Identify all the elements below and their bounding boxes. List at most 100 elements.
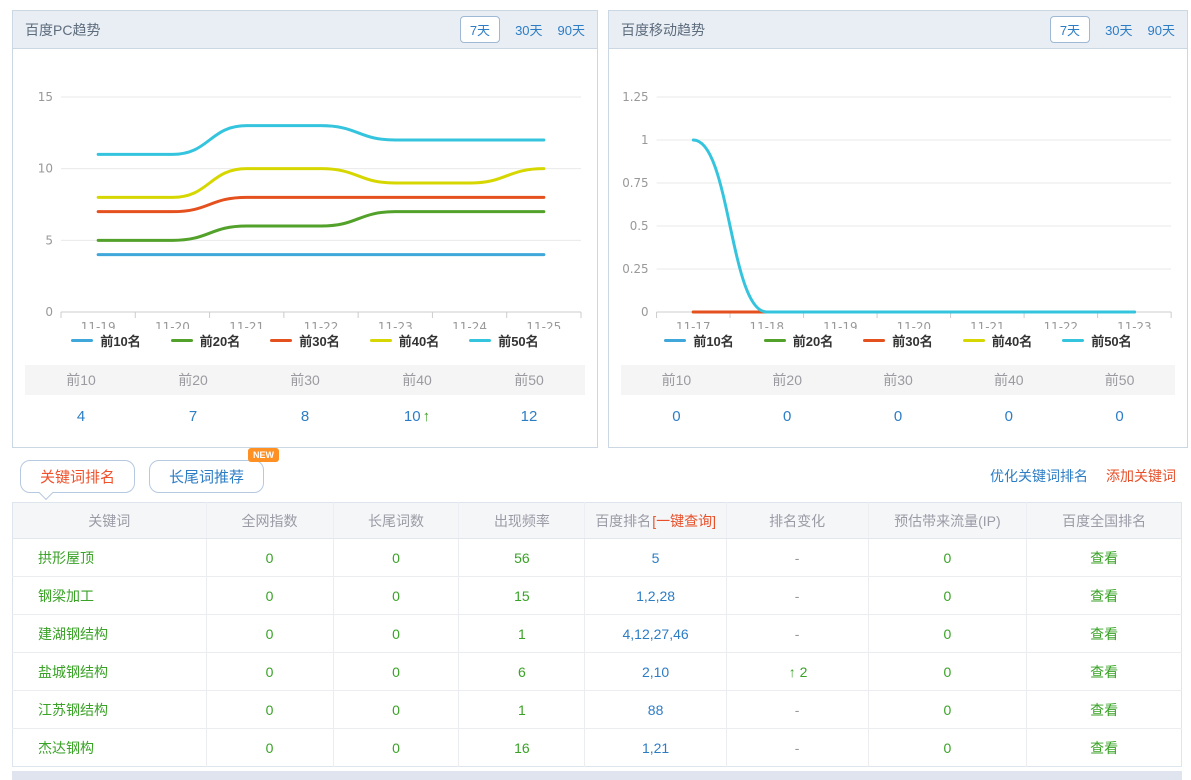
baidu-rank-cell[interactable]: 1,21 — [585, 729, 726, 767]
summary-value[interactable]: 0 — [843, 395, 954, 435]
col-header-baidu-rank: 百度排名[一键查询] — [585, 503, 726, 539]
svg-text:11-22: 11-22 — [1044, 320, 1078, 329]
mobile-range-90d-button[interactable]: 90天 — [1148, 20, 1175, 39]
traffic-cell: 0 — [868, 691, 1027, 729]
legend-line-swatch — [71, 339, 93, 342]
svg-text:1: 1 — [641, 133, 649, 147]
view-link[interactable]: 查看 — [1090, 626, 1118, 642]
next-section-strip — [12, 771, 1182, 780]
legend-item[interactable]: 前10名 — [71, 331, 140, 350]
svg-text:10: 10 — [38, 162, 53, 176]
add-keyword-link[interactable]: 添加关键词 — [1106, 466, 1176, 486]
keyword-cell[interactable]: 拱形屋顶 — [13, 539, 207, 577]
seo-dashboard: 百度PC趋势 7天 30天 90天 05101511-1911-2011-211… — [0, 0, 1191, 780]
legend-label: 前30名 — [299, 331, 339, 350]
svg-text:11-20: 11-20 — [897, 320, 931, 329]
summary-header: 前10 — [621, 365, 732, 395]
no-change-dash: - — [795, 588, 800, 604]
mobile-range-30d-button[interactable]: 30天 — [1105, 20, 1132, 39]
summary-value[interactable]: 0 — [1064, 395, 1175, 435]
summary-value[interactable]: 7 — [137, 395, 249, 435]
frequency-cell: 16 — [459, 729, 585, 767]
keyword-row: 钢梁加工00151,2,28-0查看 — [13, 577, 1182, 615]
mobile-range-7d-button[interactable]: 7天 — [1050, 16, 1090, 43]
rank-change-cell: - — [726, 729, 868, 767]
keyword-cell[interactable]: 钢梁加工 — [13, 577, 207, 615]
legend-label: 前30名 — [892, 331, 932, 350]
summary-value[interactable]: 8 — [249, 395, 361, 435]
view-link[interactable]: 查看 — [1090, 550, 1118, 566]
view-link[interactable]: 查看 — [1090, 702, 1118, 718]
legend-line-swatch — [469, 339, 491, 342]
pc-trend-chart: 05101511-1911-2011-2111-2211-2311-2411-2… — [13, 49, 597, 351]
baidu-rank-cell[interactable]: 4,12,27,46 — [585, 615, 726, 653]
summary-header: 前40 — [361, 365, 473, 395]
new-badge: NEW — [248, 448, 279, 462]
keyword-cell[interactable]: 盐城钢结构 — [13, 653, 207, 691]
net-index-cell: 0 — [206, 691, 333, 729]
keyword-table-head: 关键词全网指数长尾词数出现频率百度排名[一键查询]排名变化预估带来流量(IP)百… — [13, 503, 1182, 539]
pc-panel-title: 百度PC趋势 — [25, 20, 100, 40]
baidu-rank-cell[interactable]: 1,2,28 — [585, 577, 726, 615]
summary-value[interactable]: 0 — [732, 395, 843, 435]
net-index-cell: 0 — [206, 653, 333, 691]
tab-longtail-suggest[interactable]: 长尾词推荐 NEW — [149, 460, 264, 493]
col-header: 关键词 — [13, 503, 207, 539]
summary-value[interactable]: 0 — [621, 395, 732, 435]
pc-trend-line-chart: 05101511-1911-2011-2111-2211-2311-2411-2… — [15, 57, 595, 329]
legend-item[interactable]: 前30名 — [270, 331, 339, 350]
frequency-cell: 6 — [459, 653, 585, 691]
col-header: 全网指数 — [206, 503, 333, 539]
baidu-pc-trend-panel: 百度PC趋势 7天 30天 90天 05101511-1911-2011-211… — [12, 10, 598, 448]
tab-longtail-suggest-label: 长尾词推荐 — [169, 469, 244, 486]
keyword-cell[interactable]: 江苏钢结构 — [13, 691, 207, 729]
longtail-count-cell: 0 — [333, 653, 459, 691]
national-rank-cell: 查看 — [1027, 653, 1182, 691]
summary-value[interactable]: 4 — [25, 395, 137, 435]
view-link[interactable]: 查看 — [1090, 664, 1118, 680]
net-index-cell: 0 — [206, 729, 333, 767]
one-click-query-link[interactable]: [一键查询] — [652, 513, 716, 529]
summary-value[interactable]: 10↑ — [361, 395, 473, 435]
legend-item[interactable]: 前30名 — [863, 331, 932, 350]
mobile-range-tabs: 7天 30天 90天 — [1050, 16, 1175, 43]
svg-text:11-25: 11-25 — [526, 320, 561, 329]
col-header: 出现频率 — [459, 503, 585, 539]
svg-text:11-21: 11-21 — [229, 320, 264, 329]
legend-item[interactable]: 前40名 — [370, 331, 439, 350]
traffic-cell: 0 — [868, 615, 1027, 653]
keyword-cell[interactable]: 建湖钢结构 — [13, 615, 207, 653]
pc-range-90d-button[interactable]: 90天 — [558, 20, 585, 39]
rank-change-up: ↑ 2 — [787, 664, 808, 680]
baidu-rank-cell[interactable]: 5 — [585, 539, 726, 577]
summary-value[interactable]: 0 — [953, 395, 1064, 435]
net-index-cell: 0 — [206, 577, 333, 615]
national-rank-cell: 查看 — [1027, 729, 1182, 767]
legend-item[interactable]: 前20名 — [764, 331, 833, 350]
pc-panel-header: 百度PC趋势 7天 30天 90天 — [13, 11, 597, 49]
col-header: 百度全国排名 — [1027, 503, 1182, 539]
view-link[interactable]: 查看 — [1090, 740, 1118, 756]
legend-item[interactable]: 前10名 — [664, 331, 733, 350]
view-link[interactable]: 查看 — [1090, 588, 1118, 604]
legend-item[interactable]: 前40名 — [963, 331, 1032, 350]
national-rank-cell: 查看 — [1027, 577, 1182, 615]
legend-line-swatch — [270, 339, 292, 342]
legend-item[interactable]: 前50名 — [469, 331, 538, 350]
baidu-rank-cell[interactable]: 2,10 — [585, 653, 726, 691]
keyword-tabbar: 关键词排名 长尾词推荐 NEW 优化关键词排名 添加关键词 — [12, 448, 1182, 502]
summary-header: 前50 — [473, 365, 585, 395]
summary-value[interactable]: 12 — [473, 395, 585, 435]
pc-range-30d-button[interactable]: 30天 — [515, 20, 542, 39]
up-arrow-icon: ↑ — [789, 664, 796, 680]
legend-item[interactable]: 前50名 — [1062, 331, 1131, 350]
keyword-section: 关键词排名 长尾词推荐 NEW 优化关键词排名 添加关键词 关键词全网指数长尾词… — [0, 448, 1191, 780]
legend-item[interactable]: 前20名 — [171, 331, 240, 350]
tab-keyword-ranking[interactable]: 关键词排名 — [20, 460, 135, 493]
optimize-keyword-rank-link[interactable]: 优化关键词排名 — [990, 466, 1088, 486]
baidu-rank-cell[interactable]: 88 — [585, 691, 726, 729]
keyword-cell[interactable]: 杰达钢构 — [13, 729, 207, 767]
pc-range-7d-button[interactable]: 7天 — [460, 16, 500, 43]
svg-text:0: 0 — [641, 305, 649, 319]
svg-text:11-23: 11-23 — [1117, 320, 1151, 329]
